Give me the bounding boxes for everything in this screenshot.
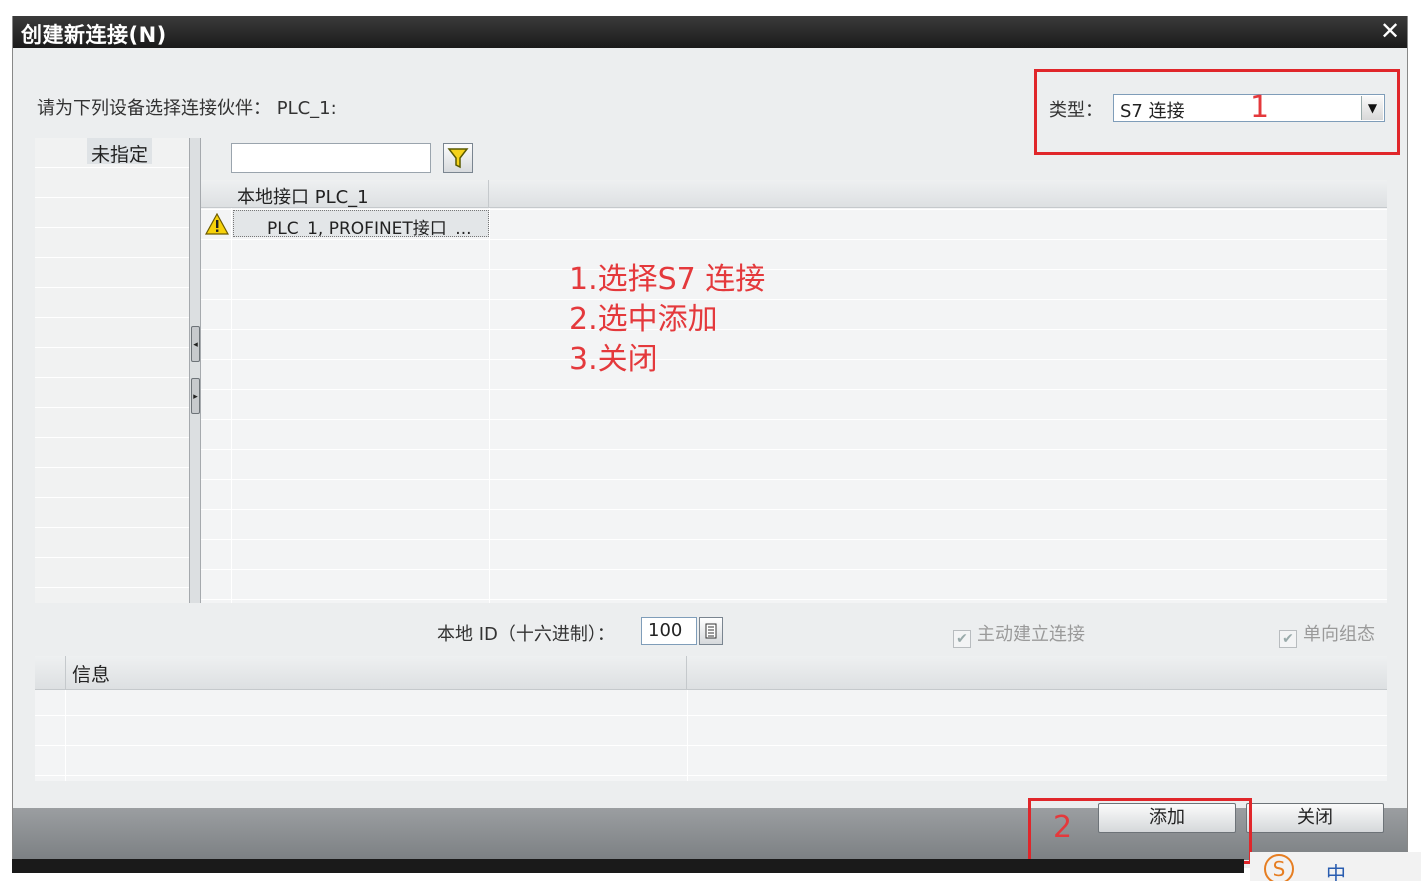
warning-icon [204, 212, 230, 235]
system-tray: S 中 [1250, 852, 1421, 881]
collapse-left-icon[interactable]: ◂ [191, 326, 200, 362]
annotation-marker-1: 1 [1250, 90, 1270, 125]
active-connect-checkbox[interactable]: ✔ 主动建立连接 [953, 620, 1085, 648]
title-bar[interactable]: 创建新连接(N) ✕ [13, 16, 1407, 48]
close-icon[interactable]: ✕ [1377, 18, 1403, 44]
info-grid: 信息 [35, 656, 1387, 781]
interface-grid: 本地接口 PLC_1 PLC_1, PROFINET接口_... [201, 180, 1387, 603]
grid-divider [489, 208, 490, 603]
annotation-box-1 [1034, 69, 1400, 155]
annotation-step-1: 1.选择S7 连接 [569, 262, 766, 297]
local-id-input[interactable]: 100 [641, 617, 697, 645]
partner-prompt: 请为下列设备选择连接伙伴： PLC_1: [37, 98, 337, 119]
annotation-step-3: 3.关闭 [569, 342, 658, 377]
partner-list-pane: 未指定 [35, 138, 189, 603]
expand-right-icon[interactable]: ▸ [191, 378, 200, 414]
annotation-step-2: 2.选中添加 [569, 302, 718, 337]
ime-mode-indicator[interactable]: 中 [1326, 858, 1346, 881]
dialog-title: 创建新连接(N) [21, 23, 167, 47]
filter-funnel-icon[interactable] [443, 143, 473, 173]
id-list-icon[interactable] [699, 617, 723, 645]
taskbar [12, 859, 1244, 873]
filter-input[interactable] [231, 143, 431, 173]
annotation-marker-2: 2 [1053, 810, 1073, 845]
partner-item-unspecified[interactable]: 未指定 [87, 138, 153, 166]
checkmark-icon: ✔ [1279, 630, 1297, 648]
grid-divider [65, 690, 66, 781]
one-way-checkbox[interactable]: ✔ 单向组态 [1279, 620, 1375, 648]
input-method-logo-icon[interactable]: S [1264, 854, 1294, 881]
close-button[interactable]: 关闭 [1246, 803, 1384, 833]
table-row[interactable]: PLC_1, PROFINET接口_... [233, 210, 489, 237]
pane-splitter[interactable]: ◂ ▸ [189, 138, 201, 603]
checkmark-icon: ✔ [953, 630, 971, 648]
column-header-local-interface[interactable]: 本地接口 PLC_1 [231, 180, 489, 208]
local-id-label: 本地 ID（十六进制）： [437, 624, 615, 645]
grid-divider [231, 208, 232, 603]
grid-divider [687, 690, 688, 781]
column-header-info[interactable]: 信息 [65, 656, 687, 690]
